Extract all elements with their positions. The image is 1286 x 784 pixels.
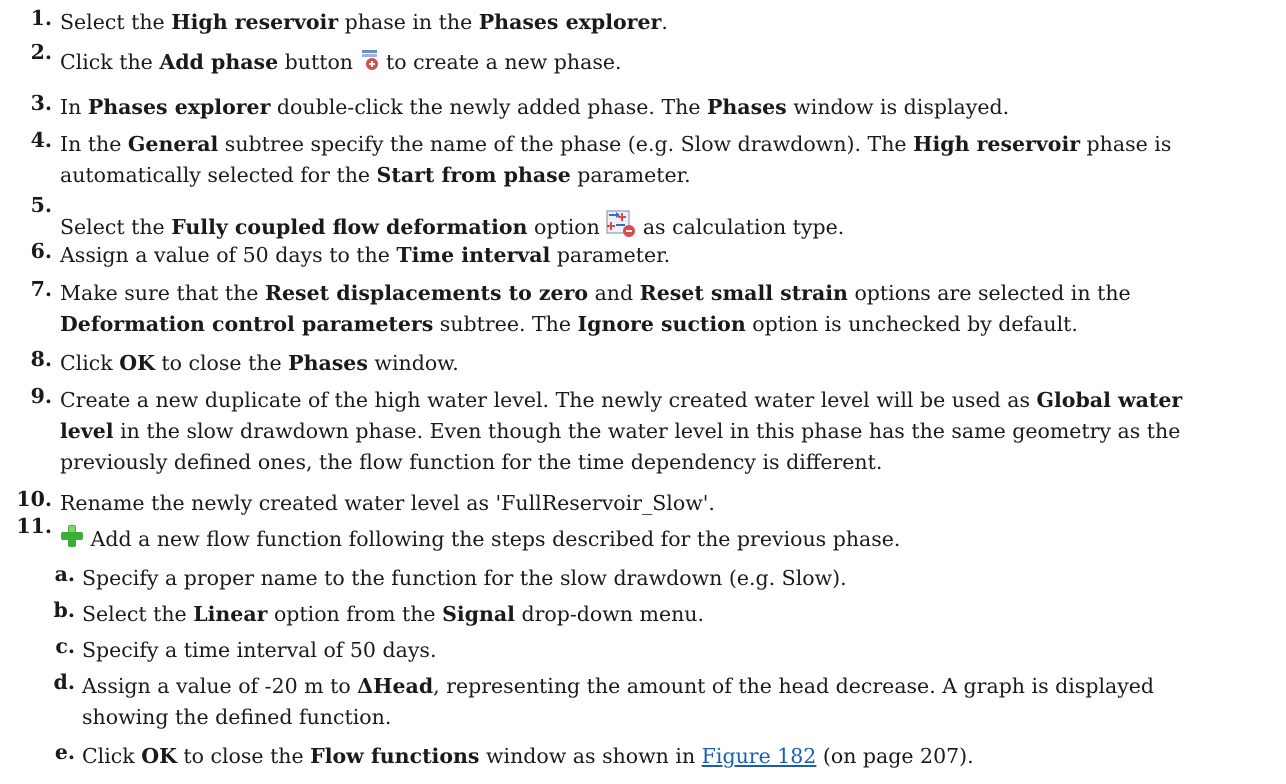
substep-letter: c.: [55, 634, 75, 658]
step-number: 2.: [30, 40, 52, 64]
document-page: 1. Select the High reservoir phase in th…: [0, 0, 1286, 784]
step-number: 6.: [30, 239, 52, 263]
substep-text: showing the defined function.: [82, 705, 392, 729]
substep-text: Select the Linear option from the Signal…: [82, 602, 705, 626]
step-text: automatically selected for the Start fro…: [60, 163, 691, 187]
step-text: Click OK to close the Phases window.: [60, 351, 459, 375]
step-text: Click the Add phase button to create a n…: [60, 46, 1266, 80]
step-number: 8.: [30, 347, 52, 371]
step-text: In the General subtree specify the name …: [60, 132, 1172, 156]
figure-182-link[interactable]: Figure 182: [702, 744, 817, 768]
substep-letter: d.: [53, 670, 75, 694]
step-text: Add a new flow function following the st…: [60, 523, 1266, 557]
step-number: 5.: [30, 193, 52, 217]
add-green-plus-icon[interactable]: [60, 524, 84, 557]
step-text: previously defined ones, the flow functi…: [60, 450, 883, 474]
step-number: 9.: [30, 384, 52, 408]
step-text: Deformation control parameters subtree. …: [60, 312, 1078, 336]
step-number: 11.: [16, 514, 52, 538]
add-phase-icon[interactable]: [360, 48, 380, 80]
step-number: 10.: [16, 487, 52, 511]
step-number: 4.: [30, 128, 52, 152]
step-text: level in the slow drawdown phase. Even t…: [60, 419, 1181, 443]
substep-letter: a.: [54, 562, 75, 586]
step-text: Create a new duplicate of the high water…: [60, 388, 1183, 412]
step-number: 1.: [30, 6, 52, 30]
step-number: 3.: [30, 91, 52, 115]
step-number: 7.: [30, 277, 52, 301]
substep-text: Assign a value of -20 m to ΔHead, repres…: [82, 674, 1155, 698]
step-text: In Phases explorer double-click the newl…: [60, 95, 1010, 119]
substep-text: Specify a proper name to the function fo…: [82, 566, 847, 590]
substep-text: Click OK to close the Flow functions win…: [82, 744, 974, 768]
step-text: Select the High reservoir phase in the P…: [60, 10, 668, 34]
step-text: Assign a value of 50 days to the Time in…: [60, 243, 671, 267]
substep-letter: e.: [54, 740, 75, 764]
step-text: Make sure that the Reset displacements t…: [60, 281, 1131, 305]
substep-text: Specify a time interval of 50 days.: [82, 638, 437, 662]
step-text: Rename the newly created water level as …: [60, 491, 715, 515]
substep-letter: b.: [53, 598, 75, 622]
